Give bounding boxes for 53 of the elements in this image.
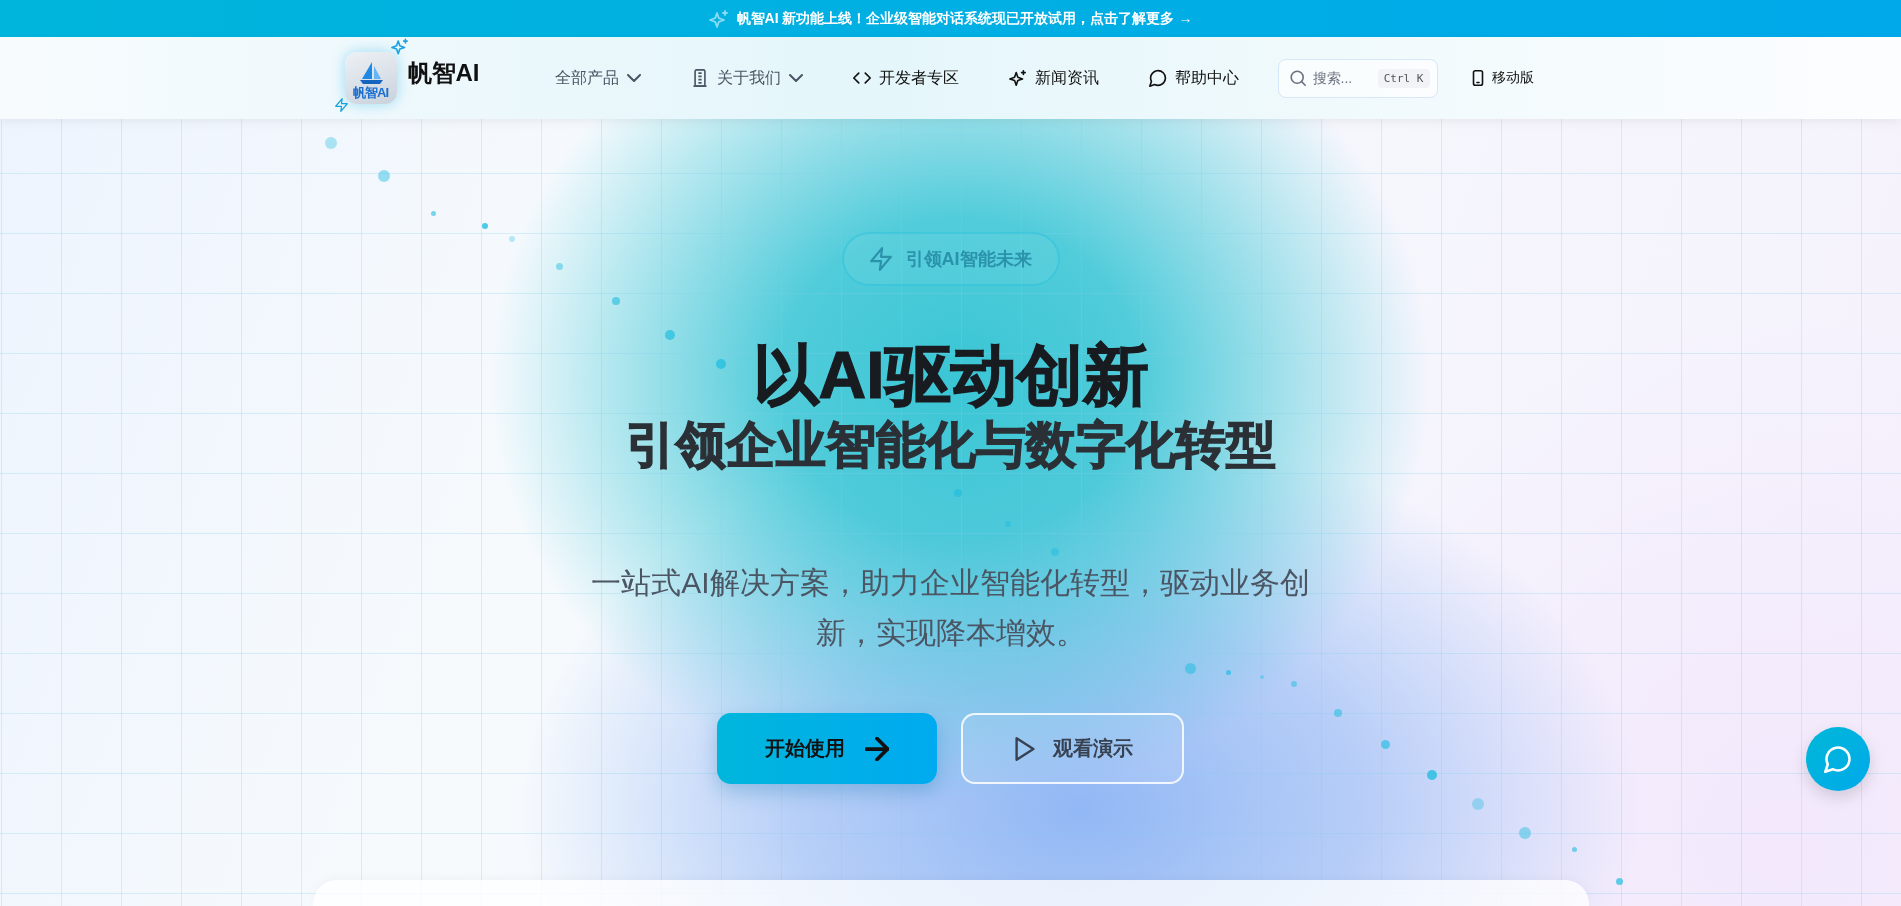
particle-dot (325, 137, 337, 149)
building-icon (690, 69, 709, 87)
particle-dot (1427, 770, 1437, 780)
nav-link[interactable]: 帮助中心 (1148, 67, 1239, 89)
particle-dot (716, 359, 726, 369)
hero-headline: 以AI驱动创新 (752, 337, 1149, 414)
particle-dot (430, 210, 436, 216)
particle-dot (1334, 709, 1342, 717)
nav-link[interactable]: 开发者专区 (852, 67, 959, 89)
particle-dot (1571, 846, 1577, 852)
particle-dot (378, 170, 390, 182)
brand-name[interactable]: 帆智AI (407, 57, 480, 89)
phone-icon (1471, 70, 1484, 86)
tagline-text: 引领AI智能未来 (905, 248, 1032, 271)
lightning-icon (334, 98, 348, 112)
chat-button[interactable] (1806, 727, 1870, 791)
sparkle-icon (390, 38, 409, 55)
hero-description: 一站式AI解决方案，助力企业智能化转型，驱动业务创新，实现降本增效。 (590, 565, 1311, 651)
sparkle-icon (708, 9, 729, 28)
particle-dot (1519, 827, 1531, 839)
nav-link[interactable]: 全部产品 (554, 67, 641, 89)
nav-link[interactable]: 新闻资讯 (1008, 67, 1099, 89)
sparkle-icon (1008, 69, 1027, 87)
get-started-button[interactable]: 开始使用 (717, 713, 937, 784)
lightning-icon (869, 247, 892, 271)
chevron-down-icon (626, 74, 641, 82)
code-icon (852, 69, 871, 87)
particle-dot (1260, 675, 1264, 679)
chat-bubble-icon (1148, 69, 1167, 87)
particle-dot (509, 236, 515, 242)
particle-dot (1051, 548, 1059, 556)
particle-dot (1291, 681, 1297, 687)
particle-dot (1380, 739, 1390, 749)
particle-dot (1472, 798, 1484, 810)
logo-text: 帆智AI (353, 86, 388, 99)
particle-dot (555, 262, 563, 270)
chat-bubble-icon (1824, 745, 1852, 773)
hero-tagline: 引领企业智能化与数字化转型 (625, 416, 1276, 475)
particle-dot (612, 297, 620, 305)
particle-dot (1615, 877, 1623, 885)
particle-dot (482, 223, 488, 229)
particle-dot (1225, 669, 1231, 675)
shortcut-hint: Ctrl K (1377, 68, 1430, 88)
particle-dot (954, 489, 962, 497)
particle-dot (1184, 662, 1196, 674)
particle-dot (665, 330, 675, 340)
nav-link[interactable]: 关于我们 (690, 67, 803, 89)
search-icon (1289, 69, 1306, 86)
chevron-down-icon (788, 74, 803, 82)
arrow-right-icon (865, 736, 889, 761)
watch-demo-button[interactable]: 观看演示 (961, 713, 1184, 784)
play-icon (1012, 736, 1037, 761)
mobile-link[interactable]: 移动版 (1471, 69, 1534, 87)
